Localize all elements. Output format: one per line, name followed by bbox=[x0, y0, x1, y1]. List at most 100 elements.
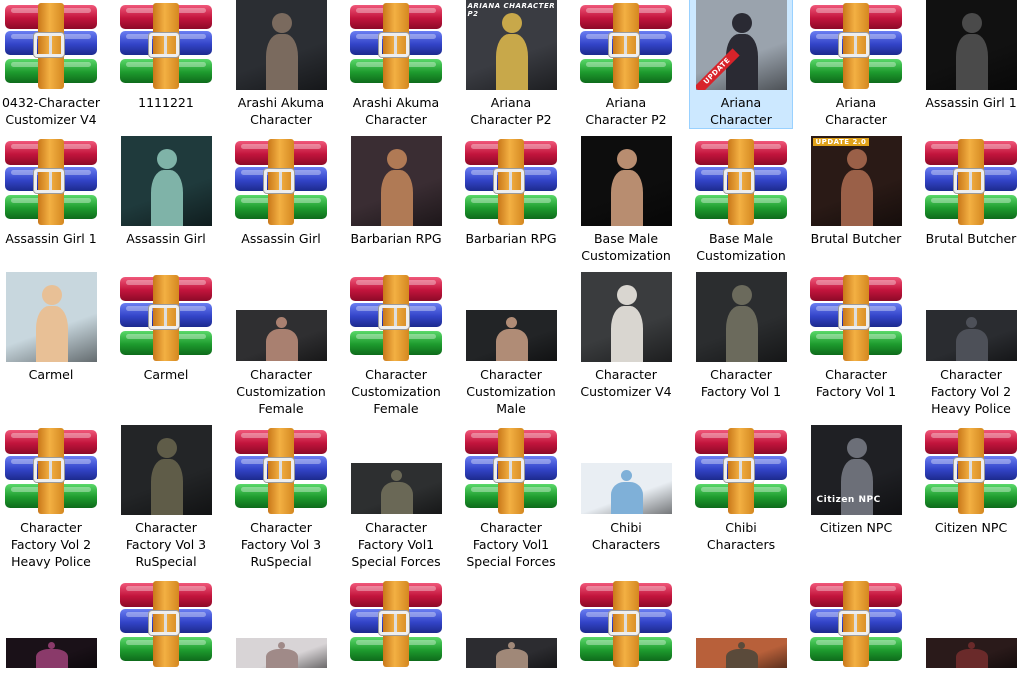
file-item[interactable]: Barbarian RPG bbox=[344, 135, 448, 248]
winrar-archive-icon bbox=[235, 139, 327, 225]
file-grid: 0432-Character Customizer V4 1111221 Arash… bbox=[0, 0, 1019, 668]
file-name-label: Chibi Characters bbox=[706, 520, 776, 552]
file-thumbnail bbox=[0, 0, 102, 90]
file-thumbnail bbox=[115, 136, 217, 226]
file-thumbnail bbox=[230, 272, 332, 362]
file-name-label: Character Factory Vol 3 RuSpecial bbox=[125, 520, 207, 569]
file-item[interactable]: Character Factory Vol1 Special Forces bbox=[344, 424, 448, 571]
image-thumbnail-icon bbox=[350, 463, 442, 514]
file-item[interactable]: Character Customization Male bbox=[459, 271, 563, 418]
file-item[interactable]: UPDATE 2.0 Brutal Butcher bbox=[804, 135, 908, 248]
file-item[interactable]: Arashi Akuma Character bbox=[229, 0, 333, 129]
file-name-label: Assassin Girl 1 bbox=[925, 95, 1017, 110]
winrar-archive-icon bbox=[810, 3, 902, 89]
file-thumbnail bbox=[920, 0, 1019, 90]
file-item[interactable]: Citizen NPC bbox=[919, 424, 1019, 537]
file-name-label: Character Factory Vol 2 Heavy Police bbox=[930, 367, 1012, 416]
file-item[interactable]: Citizen NPC Citizen NPC bbox=[804, 424, 908, 537]
file-item[interactable]: Barbarian RPG bbox=[459, 135, 563, 248]
file-item[interactable]: Assassin Girl 1 bbox=[0, 135, 103, 248]
winrar-archive-icon bbox=[580, 3, 672, 89]
file-thumbnail bbox=[230, 0, 332, 90]
file-thumbnail bbox=[690, 425, 792, 515]
file-item[interactable]: Base Male Customization bbox=[574, 135, 678, 265]
file-name-label: Citizen NPC bbox=[934, 520, 1008, 535]
thumbnail-caption: ARIANA CHARACTER P2 bbox=[467, 2, 556, 18]
file-item[interactable] bbox=[114, 577, 218, 673]
file-item[interactable]: Character Factory Vol 2 Heavy Police bbox=[919, 271, 1019, 418]
file-item[interactable]: Brutal Butcher bbox=[919, 135, 1019, 248]
file-thumbnail bbox=[690, 136, 792, 226]
file-thumbnail bbox=[345, 272, 447, 362]
file-item[interactable] bbox=[804, 577, 908, 673]
file-item[interactable] bbox=[689, 577, 793, 673]
winrar-archive-icon bbox=[810, 275, 902, 361]
file-name-label: Character Factory Vol 1 bbox=[815, 367, 897, 399]
image-thumbnail-icon: Citizen NPC bbox=[810, 425, 902, 515]
file-thumbnail bbox=[115, 425, 217, 515]
file-item[interactable] bbox=[344, 577, 448, 673]
file-thumbnail bbox=[230, 578, 332, 668]
image-thumbnail-icon bbox=[350, 136, 442, 226]
file-thumbnail bbox=[115, 578, 217, 668]
file-name-label: Character Factory Vol1 Special Forces bbox=[351, 520, 441, 569]
file-thumbnail bbox=[230, 425, 332, 515]
file-item[interactable] bbox=[229, 577, 333, 673]
file-thumbnail: UPDATE bbox=[690, 0, 792, 90]
file-item[interactable]: Character Factory Vol 2 Heavy Police bbox=[0, 424, 103, 571]
file-item[interactable]: Character Customization Female bbox=[229, 271, 333, 418]
file-item[interactable] bbox=[919, 577, 1019, 673]
file-item[interactable]: Character Customization Female bbox=[344, 271, 448, 418]
file-item[interactable]: 1111221 bbox=[114, 0, 218, 112]
file-thumbnail bbox=[690, 272, 792, 362]
file-item[interactable]: Chibi Characters bbox=[574, 424, 678, 554]
file-item[interactable]: Assassin Girl 1 bbox=[919, 0, 1019, 112]
file-item[interactable] bbox=[0, 577, 103, 673]
file-item[interactable]: ARIANA CHARACTER P2 Ariana Character P2 bbox=[459, 0, 563, 129]
image-thumbnail-icon bbox=[695, 272, 787, 362]
file-item[interactable]: Character Factory Vol 3 RuSpecial bbox=[114, 424, 218, 571]
file-item[interactable]: Character Factory Vol 1 bbox=[689, 271, 793, 401]
file-item[interactable]: Arashi Akuma Character bbox=[344, 0, 448, 129]
image-thumbnail-icon bbox=[120, 136, 212, 226]
file-thumbnail bbox=[575, 425, 677, 515]
file-item[interactable]: Assassin Girl bbox=[114, 135, 218, 248]
file-thumbnail bbox=[115, 0, 217, 90]
winrar-archive-icon bbox=[350, 3, 442, 89]
file-name-label: Ariana Character P2 bbox=[585, 95, 667, 127]
file-item[interactable]: Character Factory Vol 3 RuSpecial bbox=[229, 424, 333, 571]
file-item[interactable] bbox=[459, 577, 563, 673]
file-item[interactable]: Assassin Girl bbox=[229, 135, 333, 248]
image-thumbnail-icon bbox=[235, 310, 327, 361]
file-item[interactable]: Ariana Character P2 bbox=[574, 0, 678, 129]
image-thumbnail-icon bbox=[580, 272, 672, 362]
file-thumbnail bbox=[920, 272, 1019, 362]
file-item[interactable]: 0432-Character Customizer V4 bbox=[0, 0, 103, 129]
file-item[interactable]: UPDATE Ariana Character bbox=[689, 0, 793, 129]
file-item[interactable]: Ariana Character bbox=[804, 0, 908, 129]
file-item[interactable]: Character Factory Vol1 Special Forces bbox=[459, 424, 563, 571]
file-item[interactable] bbox=[574, 577, 678, 673]
file-name-label: Ariana Character bbox=[825, 95, 887, 127]
file-item[interactable]: Carmel bbox=[0, 271, 103, 384]
image-thumbnail-icon bbox=[465, 310, 557, 361]
file-thumbnail bbox=[805, 0, 907, 90]
file-item[interactable]: Carmel bbox=[114, 271, 218, 384]
file-name-label: Character Customization Male bbox=[466, 367, 556, 416]
file-name-label: Ariana Character P2 bbox=[470, 95, 552, 127]
file-thumbnail bbox=[345, 0, 447, 90]
image-thumbnail-icon bbox=[925, 310, 1017, 361]
file-thumbnail bbox=[460, 272, 562, 362]
file-thumbnail bbox=[115, 272, 217, 362]
file-thumbnail bbox=[575, 272, 677, 362]
file-thumbnail bbox=[460, 578, 562, 668]
file-name-label: Carmel bbox=[143, 367, 189, 382]
file-thumbnail bbox=[575, 578, 677, 668]
file-thumbnail: UPDATE 2.0 bbox=[805, 136, 907, 226]
file-item[interactable]: Character Factory Vol 1 bbox=[804, 271, 908, 401]
file-item[interactable]: Chibi Characters bbox=[689, 424, 793, 554]
file-thumbnail bbox=[345, 136, 447, 226]
winrar-archive-icon bbox=[120, 3, 212, 89]
file-item[interactable]: Character Customizer V4 bbox=[574, 271, 678, 401]
file-item[interactable]: Base Male Customization bbox=[689, 135, 793, 265]
